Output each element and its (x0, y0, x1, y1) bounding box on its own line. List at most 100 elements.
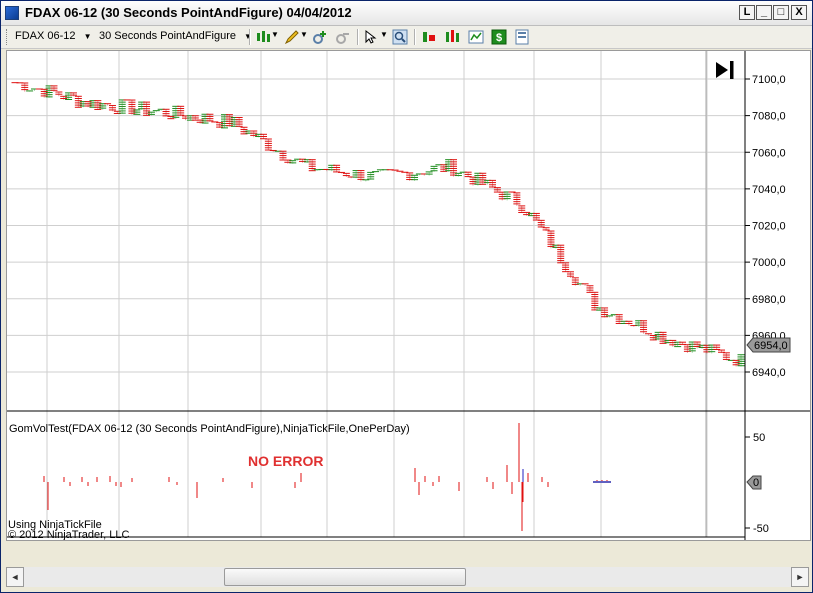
pnf-column (177, 105, 185, 116)
pnf-column (50, 85, 58, 93)
app-icon (5, 6, 19, 20)
pnf-column (713, 344, 721, 351)
pnf-column (615, 314, 623, 324)
zoom-in-icon[interactable] (312, 29, 328, 45)
close-button[interactable]: X (791, 5, 807, 20)
pnf-column (162, 108, 170, 117)
pnf-column (430, 165, 438, 172)
instrument-selector[interactable]: FDAX 06-12 ▼ (15, 30, 92, 42)
toolbar-grip[interactable] (6, 29, 10, 45)
toolbar-separator (357, 29, 359, 45)
pencil-icon[interactable] (284, 29, 300, 45)
pnf-column (55, 91, 63, 97)
dollar-icon[interactable]: $ (491, 29, 507, 45)
indicator-value-marker: 0 (746, 475, 762, 490)
scroll-left-button[interactable]: ◄ (6, 567, 24, 587)
jump-to-end-icon[interactable] (716, 61, 734, 79)
indicator-label: GomVolTest(FDAX 06-12 (30 Seconds PointA… (9, 423, 410, 435)
pnf-column (586, 285, 594, 293)
pnf-column (308, 159, 316, 172)
pnf-column (688, 341, 696, 353)
pnf-column (26, 90, 34, 92)
pnf-column (669, 339, 677, 347)
instrument-label: FDAX 06-12 (15, 30, 76, 42)
pnf-column (659, 331, 667, 344)
pnf-column (649, 334, 657, 341)
pnf-column (367, 171, 375, 180)
magnifier-icon[interactable] (392, 29, 408, 45)
price-tick-label: 7060,0 (752, 147, 786, 159)
zoom-out-icon[interactable] (335, 29, 351, 45)
dropdown-icon[interactable]: ▼ (271, 30, 279, 39)
price-tick-label: 6940,0 (752, 367, 786, 379)
last-price-marker: 6954,0 (746, 337, 791, 353)
chart-canvas[interactable]: 7100,0 7080,0 7060,0 7040,0 7020,0 7000,0 6980… (7, 51, 810, 556)
indicator-tick-label: -50 (753, 523, 769, 535)
pnf-column (362, 179, 370, 182)
price-tick-label: 7000,0 (752, 257, 786, 269)
minimize-button[interactable]: _ (756, 5, 772, 20)
panel-icon[interactable] (514, 29, 530, 45)
horizontal-scrollbar[interactable]: ◄ ► (6, 567, 809, 587)
pnf-column (625, 320, 633, 326)
pnf-column (489, 179, 497, 188)
dropdown-icon: ▼ (83, 32, 92, 41)
svg-text:$: $ (496, 32, 502, 44)
pnf-column (342, 172, 350, 177)
pnf-column (464, 171, 472, 178)
toolbar: FDAX 06-12 ▼ 30 Seconds PointAndFigure ▼… (1, 26, 812, 49)
strategy-icon[interactable] (421, 29, 437, 45)
pnf-column (518, 205, 526, 213)
pnf-column (425, 171, 433, 176)
chart-window: FDAX 06-12 (30 Seconds PointAndFigure) 0… (0, 0, 813, 593)
dropdown-icon[interactable]: ▼ (380, 30, 388, 39)
price-tick-label: 7080,0 (752, 111, 786, 123)
chart-properties-icon[interactable] (468, 29, 484, 45)
chart-type-selector[interactable]: 30 Seconds PointAndFigure ▼ (99, 30, 252, 42)
maximize-button[interactable]: □ (773, 5, 789, 20)
pnf-column (722, 352, 730, 361)
pnf-column (108, 105, 116, 112)
price-tick-label: 6980,0 (752, 294, 786, 306)
pnf-column (537, 219, 545, 228)
pnf-column (571, 277, 579, 286)
pnf-column (450, 159, 458, 177)
cursor-icon[interactable] (363, 29, 379, 45)
dropdown-icon[interactable]: ▼ (300, 30, 308, 39)
pnf-column (640, 320, 648, 334)
indicator-tick-label: 50 (753, 432, 765, 444)
pnf-column (191, 115, 199, 121)
title-bar[interactable]: FDAX 06-12 (30 Seconds PointAndFigure) 0… (1, 1, 812, 26)
scroll-right-button[interactable]: ► (791, 567, 809, 587)
pnf-column (566, 271, 574, 278)
pnf-column (562, 262, 570, 273)
pnf-column (118, 99, 126, 114)
chart-type-label: 30 Seconds PointAndFigure (99, 30, 236, 42)
price-tick-label: 7100,0 (752, 74, 786, 86)
pnf-column (235, 117, 243, 128)
pnf-column (630, 325, 638, 327)
pnf-column (411, 174, 419, 181)
scroll-thumb[interactable] (224, 568, 466, 586)
pnf-column (328, 164, 336, 172)
status-no-error: NO ERROR (248, 453, 323, 469)
pnf-column (21, 82, 29, 92)
pnf-column (69, 92, 77, 97)
footer-copyright: © 2012 NinjaTrader, LLC (8, 529, 129, 540)
indicator-value-label: 0 (753, 477, 759, 489)
pnf-column (547, 230, 555, 249)
pnf-column (143, 101, 151, 116)
chart-area[interactable]: 7100,0 7080,0 7060,0 7040,0 7020,0 7000,0 6980… (6, 50, 811, 556)
window-title: FDAX 06-12 (30 Seconds PointAndFigure) 0… (25, 5, 352, 20)
pnf-column (225, 114, 233, 127)
pnf-column (493, 187, 501, 193)
indicator-icon[interactable] (445, 29, 461, 45)
price-tick-label: 7040,0 (752, 184, 786, 196)
pnf-column (513, 192, 521, 206)
pnf-column (557, 244, 565, 264)
toolbar-separator (414, 29, 416, 45)
toolbar-separator (249, 29, 251, 45)
restore-button[interactable]: L (739, 5, 755, 20)
last-price-label: 6954,0 (754, 340, 788, 352)
bar-style-icon[interactable] (255, 29, 271, 45)
